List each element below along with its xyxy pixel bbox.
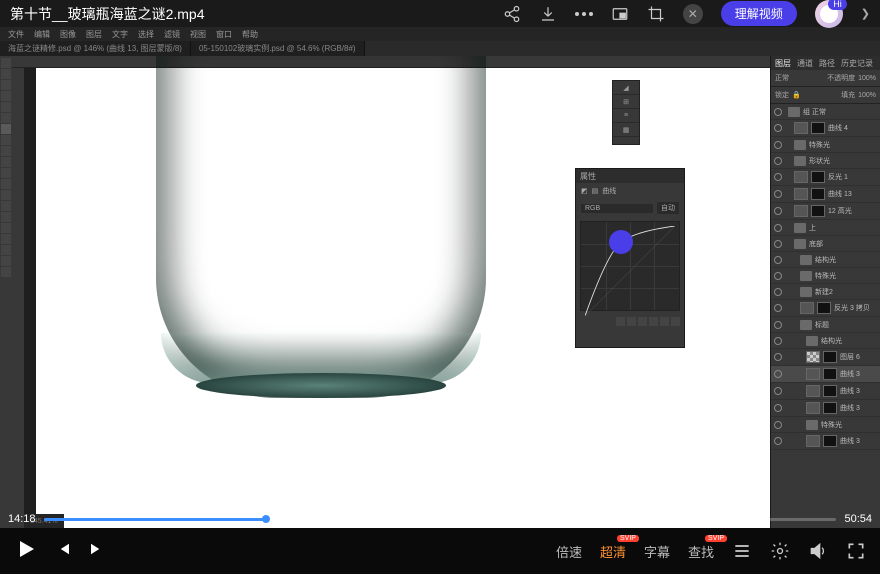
playlist-icon[interactable] — [732, 541, 752, 561]
ps-canvas-area: ◢⊞≡▦ 属性 ◩▤曲线 RGB自动 145.41% — [12, 56, 770, 528]
layer-row[interactable]: 组 正常 — [771, 104, 880, 120]
share-icon[interactable] — [503, 5, 521, 23]
ps-document-tabs: 海蓝之谜精修.psd @ 146% (曲线 13, 图层蒙版/8) 05-150… — [0, 41, 880, 56]
understand-video-button[interactable]: 理解视频 — [721, 1, 797, 26]
layer-row[interactable]: 特殊光 — [771, 268, 880, 284]
layer-row[interactable]: 曲线 3 — [771, 366, 880, 383]
layer-row[interactable]: 曲线 3 — [771, 383, 880, 400]
layer-row[interactable]: 图层 6 — [771, 349, 880, 366]
close-icon[interactable]: ✕ — [683, 4, 703, 24]
layer-row[interactable]: 标题 — [771, 317, 880, 333]
ps-toolbar — [0, 56, 12, 528]
layer-row[interactable]: 新建2 — [771, 284, 880, 300]
layer-row[interactable]: 结构光 — [771, 333, 880, 349]
photoshop-frame: 文件编辑图像图层文字选择滤镜视图窗口帮助 海蓝之谜精修.psd @ 146% (… — [0, 27, 880, 528]
layer-row[interactable]: 反光 3 拷贝 — [771, 300, 880, 317]
ps-layers-panel: 图层通道路径历史记录 正常不透明度100% 锁定🔒填充100% 组 正常曲线 4… — [770, 56, 880, 528]
pip-icon[interactable] — [611, 5, 629, 23]
ps-tab[interactable]: 05-150102玻璃实例.psd @ 54.6% (RGB/8#) — [191, 41, 365, 56]
progress-bar[interactable] — [44, 518, 837, 521]
layer-row[interactable]: 底部 — [771, 236, 880, 252]
layer-row[interactable]: 特殊光 — [771, 137, 880, 153]
crop-icon[interactable] — [647, 5, 665, 23]
settings-icon[interactable] — [770, 541, 790, 561]
fullscreen-icon[interactable] — [846, 541, 866, 561]
search-button[interactable]: 查找SVIP — [688, 542, 714, 561]
speed-button[interactable]: 倍速 — [556, 542, 582, 561]
layer-row[interactable]: 反光 1 — [771, 169, 880, 186]
layer-row[interactable]: 形状光 — [771, 153, 880, 169]
layer-row[interactable]: 曲线 3 — [771, 433, 880, 450]
play-button[interactable] — [14, 537, 38, 566]
video-title: 第十节__玻璃瓶海蓝之谜2.mp4 — [10, 4, 491, 24]
prev-button[interactable] — [54, 540, 72, 563]
time-current: 14:18 — [8, 513, 36, 525]
ps-properties-panel: 属性 ◩▤曲线 RGB自动 — [575, 168, 685, 348]
more-icon[interactable] — [575, 12, 593, 16]
bottle-artwork — [146, 56, 496, 398]
ps-tab[interactable]: 海蓝之谜精修.psd @ 146% (曲线 13, 图层蒙版/8) — [0, 41, 191, 56]
volume-icon[interactable] — [808, 541, 828, 561]
chevron-right-icon[interactable]: ❯ — [861, 7, 870, 20]
ruler-vertical — [12, 68, 24, 528]
quality-button[interactable]: 超清SVIP — [600, 542, 626, 561]
ps-canvas: ◢⊞≡▦ 属性 ◩▤曲线 RGB自动 — [36, 68, 770, 528]
player-controls: 倍速 超清SVIP 字幕 查找SVIP — [0, 528, 880, 574]
download-icon[interactable] — [539, 5, 557, 23]
curves-graph[interactable] — [580, 221, 680, 311]
hi-badge: Hi — [828, 0, 847, 10]
time-total: 50:54 — [844, 513, 872, 525]
layer-row[interactable]: 曲线 13 — [771, 186, 880, 203]
curve-handle[interactable] — [609, 230, 633, 254]
layer-row[interactable]: 曲线 4 — [771, 120, 880, 137]
layer-row[interactable]: 12 高光 — [771, 203, 880, 220]
subtitle-button[interactable]: 字幕 — [644, 542, 670, 561]
layer-row[interactable]: 结构光 — [771, 252, 880, 268]
layer-row[interactable]: 曲线 3 — [771, 400, 880, 417]
ps-mini-panel: ◢⊞≡▦ — [612, 80, 640, 145]
layer-row[interactable]: 上 — [771, 220, 880, 236]
ps-menu-bar: 文件编辑图像图层文字选择滤镜视图窗口帮助 — [0, 27, 880, 41]
layer-row[interactable]: 特殊光 — [771, 417, 880, 433]
next-button[interactable] — [88, 540, 106, 563]
